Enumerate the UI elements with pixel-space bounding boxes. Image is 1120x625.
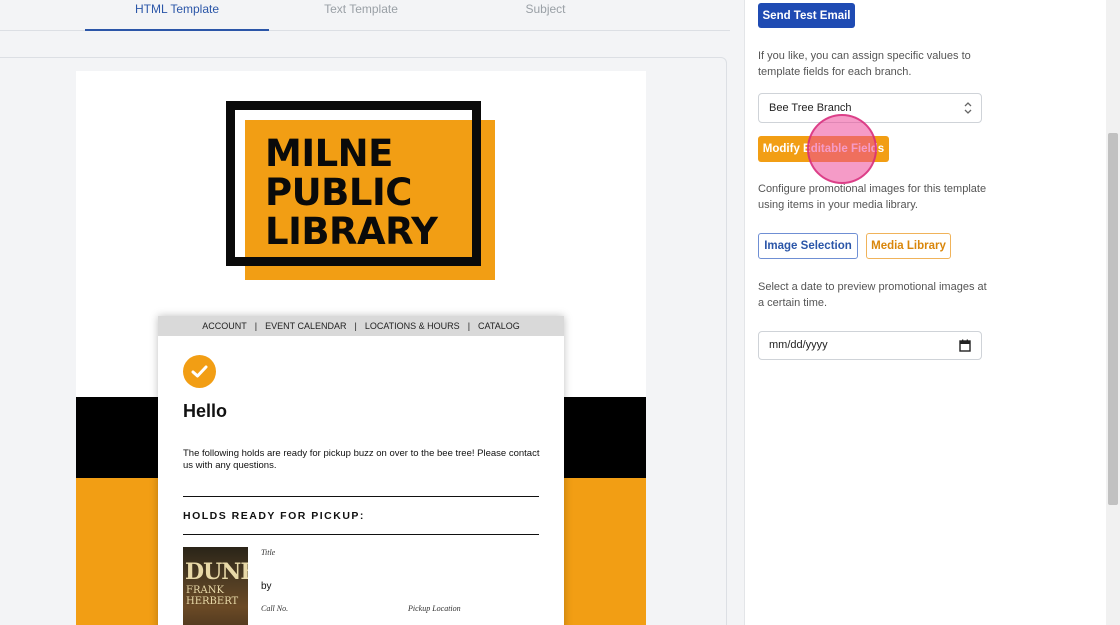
- nav-locations-link[interactable]: LOCATIONS & HOURS: [365, 321, 460, 331]
- template-editor: HTML Template Text Template Subject MILN…: [0, 0, 744, 625]
- email-card: ACCOUNT | EVENT CALENDAR | LOCATIONS & H…: [158, 316, 564, 625]
- page-scrollbar[interactable]: [1106, 0, 1120, 625]
- cover-title: DUNE: [185, 559, 248, 585]
- email-preview: MILNE PUBLIC LIBRARY ACCOUNT | EVENT CAL…: [76, 71, 646, 625]
- by-label: by: [261, 581, 272, 592]
- settings-sidebar: Send Test Email If you like, you can ass…: [744, 0, 1106, 625]
- scrollbar-thumb[interactable]: [1108, 133, 1118, 505]
- media-library-button[interactable]: Media Library: [866, 233, 951, 259]
- intro-text: The following holds are ready for pickup…: [183, 448, 540, 471]
- greeting-heading: Hello: [183, 401, 228, 421]
- divider: [183, 496, 539, 497]
- logo-line-1: MILNE: [265, 132, 393, 175]
- tab-text-template[interactable]: Text Template: [269, 2, 453, 31]
- nav-account-link[interactable]: ACCOUNT: [202, 321, 247, 331]
- email-nav: ACCOUNT | EVENT CALENDAR | LOCATIONS & H…: [158, 316, 564, 336]
- send-test-email-button[interactable]: Send Test Email: [758, 3, 855, 28]
- nav-separator: |: [354, 321, 357, 331]
- divider: [183, 534, 539, 535]
- branch-select[interactable]: Bee Tree Branch: [758, 93, 982, 123]
- template-tabs: HTML Template Text Template Subject: [0, 0, 730, 31]
- date-placeholder: mm/dd/yyyy: [769, 339, 828, 351]
- preview-date-input[interactable]: mm/dd/yyyy: [758, 331, 982, 360]
- pickup-location-label: Pickup Location: [408, 604, 461, 613]
- promo-help-text: Configure promotional images for this te…: [758, 183, 987, 211]
- tab-html-template[interactable]: HTML Template: [85, 2, 269, 31]
- checkmark-icon: [183, 355, 216, 388]
- logo-line-3: LIBRARY: [265, 210, 438, 253]
- library-logo: MILNE PUBLIC LIBRARY: [226, 101, 496, 281]
- nav-catalog-link[interactable]: CATALOG: [478, 321, 520, 331]
- tab-subject[interactable]: Subject: [453, 2, 638, 31]
- select-caret-icon: [964, 102, 972, 114]
- nav-separator: |: [254, 321, 258, 331]
- title-label: Title: [261, 548, 276, 557]
- calendar-icon[interactable]: [959, 339, 971, 352]
- logo-line-2: PUBLIC: [265, 171, 412, 214]
- book-cover-image: DUNE FRANK HERBERT: [183, 547, 248, 625]
- holds-heading: HOLDS READY FOR PICKUP:: [183, 510, 365, 522]
- logo-text: MILNE PUBLIC LIBRARY: [265, 132, 438, 253]
- branch-help-text: If you like, you can assign specific val…: [758, 50, 971, 78]
- date-help-text: Select a date to preview promotional ima…: [758, 281, 987, 309]
- nav-event-calendar-link[interactable]: EVENT CALENDAR: [265, 321, 346, 331]
- branch-select-value: Bee Tree Branch: [769, 102, 852, 114]
- click-indicator: [807, 114, 877, 184]
- image-selection-button[interactable]: Image Selection: [758, 233, 858, 259]
- call-no-label: Call No.: [261, 604, 289, 613]
- cover-author: FRANK HERBERT: [186, 585, 239, 607]
- nav-separator: |: [467, 321, 471, 331]
